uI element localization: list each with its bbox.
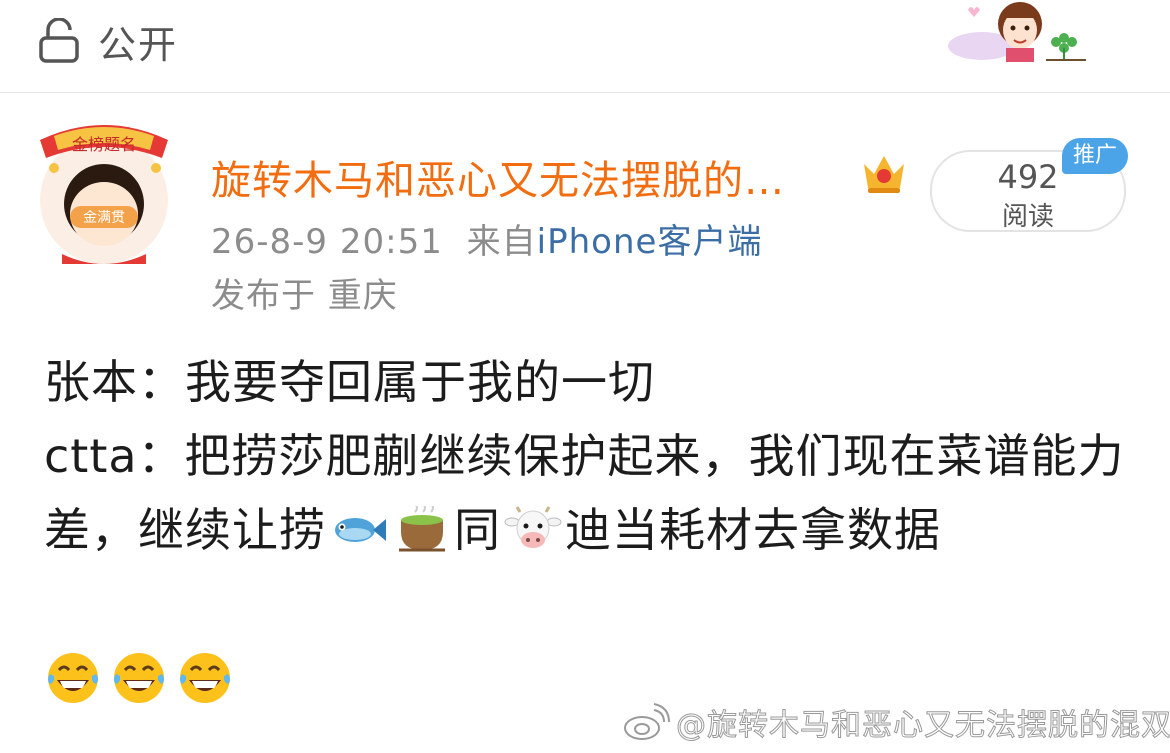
lock-open-icon bbox=[39, 18, 79, 63]
post-author-name[interactable]: 旋转木马和恶心又无法摆脱的… bbox=[211, 148, 785, 206]
post-line-2-end: 迪当耗材去拿数据 bbox=[565, 503, 941, 557]
post-location: 发布于 重庆 bbox=[211, 276, 398, 316]
laughing-tears-emoji bbox=[180, 653, 230, 703]
visibility-selector[interactable]: 公开 bbox=[38, 16, 179, 67]
cow-face-emoji bbox=[504, 506, 562, 548]
user-avatar[interactable]: 金榜题名 金满贯 bbox=[34, 118, 174, 268]
post-timestamp: 26-8-9 20:51 bbox=[211, 222, 443, 262]
watermark-text: @旋转木马和恶心又无法摆脱的混双 bbox=[676, 708, 1170, 744]
weibo-watermark: @旋转木马和恶心又无法摆脱的混双 bbox=[622, 700, 1170, 744]
visibility-label: 公开 bbox=[98, 22, 179, 67]
svg-text:金榜题名: 金榜题名 bbox=[72, 135, 136, 154]
cartoon-girl-sticker bbox=[948, 2, 1086, 62]
post-line-2-mid: 同 bbox=[454, 503, 501, 557]
laughing-tears-emoji bbox=[114, 653, 164, 703]
fish-emoji bbox=[335, 518, 386, 542]
post-source-link[interactable]: iPhone客户端 bbox=[537, 222, 763, 262]
weibo-logo-icon bbox=[624, 703, 670, 740]
post-meta: 26-8-9 20:51 来自iPhone客户端 bbox=[211, 214, 762, 263]
green-tea-emoji bbox=[399, 506, 445, 552]
laughing-tears-emoji bbox=[48, 653, 98, 703]
post-line-2: ctta：把捞莎肥蒯继续保护起来，我们现在菜谱能力差，继续让捞 同 迪当耗材去拿… bbox=[44, 419, 1134, 567]
post-line-1: 张本：我要夺回属于我的一切 bbox=[44, 355, 655, 409]
post-body: 张本：我要夺回属于我的一切 ctta：把捞莎肥蒯继续保护起来，我们现在菜谱能力差… bbox=[44, 345, 1134, 567]
vip-crown-icon bbox=[864, 156, 904, 193]
top-bar: 公开 bbox=[0, 0, 1170, 93]
read-count-label: 阅读 bbox=[1001, 202, 1054, 232]
source-prefix: 来自 bbox=[466, 222, 537, 262]
svg-text:金满贯: 金满贯 bbox=[83, 210, 125, 226]
laughing-emoji-row bbox=[44, 648, 234, 706]
promote-badge[interactable]: 推广 bbox=[1062, 138, 1128, 174]
